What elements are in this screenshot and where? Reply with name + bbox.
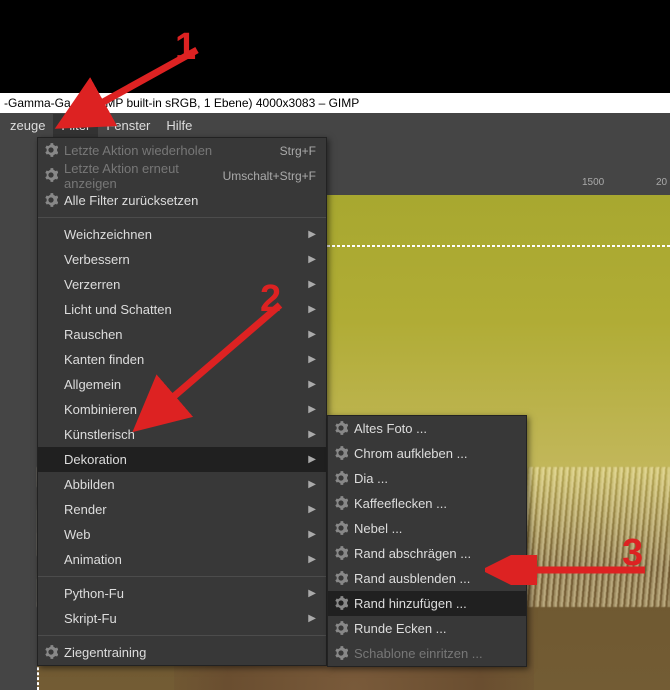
menu-item-verzerren[interactable]: Verzerren ▶ xyxy=(38,272,326,297)
accelerator-text: Strg+F xyxy=(280,144,316,158)
menu-item-label: Web xyxy=(64,527,91,542)
gear-icon xyxy=(334,646,348,660)
gear-icon xyxy=(334,421,348,435)
menu-item[interactable]: Letzte Aktion erneut anzeigenUmschalt+St… xyxy=(38,163,326,188)
submenu-arrow-icon: ▶ xyxy=(308,354,316,365)
menu-item[interactable]: Ziegentraining xyxy=(38,640,326,665)
menu-item-verbessern[interactable]: Verbessern ▶ xyxy=(38,247,326,272)
gear-icon xyxy=(44,168,58,182)
menu-item-label: Python-Fu xyxy=(64,586,124,601)
annotation-arrow xyxy=(52,42,212,132)
submenu-arrow-icon: ▶ xyxy=(308,229,316,240)
submenu-item[interactable]: Runde Ecken ... xyxy=(328,616,526,641)
menu-item-label: Altes Foto ... xyxy=(354,421,427,436)
menu-item-label: Kaffeeflecken ... xyxy=(354,496,447,511)
menu-tools[interactable]: zeuge xyxy=(2,114,53,137)
menu-item-label: Skript-Fu xyxy=(64,611,117,626)
submenu-item[interactable]: Dia ... xyxy=(328,466,526,491)
menu-item-label: Weichzeichnen xyxy=(64,227,152,242)
menu-item-label: Alle Filter zurücksetzen xyxy=(64,193,198,208)
annotation-arrow xyxy=(485,555,655,585)
accelerator-text: Umschalt+Strg+F xyxy=(223,169,316,183)
menu-item-label: Rand hinzufügen ... xyxy=(354,596,467,611)
menu-item-label: Nebel ... xyxy=(354,521,402,536)
menu-item-label: Verbessern xyxy=(64,252,130,267)
submenu-item[interactable]: Rand hinzufügen ... xyxy=(328,591,526,616)
gear-icon xyxy=(44,193,58,207)
submenu-item[interactable]: Chrom aufkleben ... xyxy=(328,441,526,466)
menu-item-label: Dia ... xyxy=(354,471,388,486)
menu-item-label: Dekoration xyxy=(64,452,127,467)
ruler-tick: 1500 xyxy=(582,177,604,188)
annotation-arrow xyxy=(125,295,295,435)
menu-item-label: Chrom aufkleben ... xyxy=(354,446,467,461)
menu-item-label: Ziegentraining xyxy=(64,645,146,660)
gear-icon xyxy=(44,645,58,659)
submenu-arrow-icon: ▶ xyxy=(308,588,316,599)
submenu-arrow-icon: ▶ xyxy=(308,329,316,340)
menu-item-weichzeichnen[interactable]: Weichzeichnen ▶ xyxy=(38,222,326,247)
menu-item-label: Rauschen xyxy=(64,327,123,342)
menu-item-label: Letzte Aktion wiederholen xyxy=(64,143,212,158)
submenu-arrow-icon: ▶ xyxy=(308,613,316,624)
submenu-arrow-icon: ▶ xyxy=(308,454,316,465)
dekoration-submenu[interactable]: Altes Foto ... Chrom aufkleben ... Dia ...… xyxy=(327,415,527,667)
submenu-arrow-icon: ▶ xyxy=(308,404,316,415)
gear-icon xyxy=(334,546,348,560)
gear-icon xyxy=(44,143,58,157)
menu-item[interactable]: Letzte Aktion wiederholen Strg+F xyxy=(38,138,326,163)
gear-icon xyxy=(334,521,348,535)
submenu-arrow-icon: ▶ xyxy=(308,479,316,490)
selection-border xyxy=(327,245,670,247)
submenu-arrow-icon: ▶ xyxy=(308,429,316,440)
menu-item-label: Abbilden xyxy=(64,477,115,492)
menu-separator xyxy=(38,217,326,218)
gear-icon xyxy=(334,471,348,485)
menu-item-label: Rand abschrägen ... xyxy=(354,546,471,561)
gear-icon xyxy=(334,446,348,460)
gear-icon xyxy=(334,596,348,610)
menu-item-label: Allgemein xyxy=(64,377,121,392)
menu-item-label: Verzerren xyxy=(64,277,120,292)
submenu-arrow-icon: ▶ xyxy=(308,254,316,265)
submenu-arrow-icon: ▶ xyxy=(308,279,316,290)
menu-item[interactable]: Skript-Fu ▶ xyxy=(38,606,326,631)
menu-item-animation[interactable]: Animation ▶ xyxy=(38,547,326,572)
submenu-item[interactable]: Altes Foto ... xyxy=(328,416,526,441)
menu-item-label: Runde Ecken ... xyxy=(354,621,447,636)
ruler-tick: 20 xyxy=(656,177,667,188)
menu-item[interactable]: Python-Fu ▶ xyxy=(38,581,326,606)
submenu-item[interactable]: Nebel ... xyxy=(328,516,526,541)
submenu-arrow-icon: ▶ xyxy=(308,504,316,515)
gear-icon xyxy=(334,621,348,635)
menu-item[interactable]: Alle Filter zurücksetzen xyxy=(38,188,326,213)
menu-item-dekoration[interactable]: Dekoration ▶ xyxy=(38,447,326,472)
gear-icon xyxy=(334,571,348,585)
submenu-arrow-icon: ▶ xyxy=(308,529,316,540)
menu-item-web[interactable]: Web ▶ xyxy=(38,522,326,547)
menu-item-abbilden[interactable]: Abbilden ▶ xyxy=(38,472,326,497)
submenu-item[interactable]: Kaffeeflecken ... xyxy=(328,491,526,516)
menu-item-label: Schablone einritzen ... xyxy=(354,646,483,661)
menu-separator xyxy=(38,576,326,577)
menu-item-render[interactable]: Render ▶ xyxy=(38,497,326,522)
menu-item-label: Render xyxy=(64,502,107,517)
menu-separator xyxy=(38,635,326,636)
menu-item-label: Letzte Aktion erneut anzeigen xyxy=(64,161,223,191)
submenu-arrow-icon: ▶ xyxy=(308,304,316,315)
menu-item-label: Rand ausblenden ... xyxy=(354,571,470,586)
submenu-item[interactable]: Schablone einritzen ... xyxy=(328,641,526,666)
submenu-arrow-icon: ▶ xyxy=(308,379,316,390)
gear-icon xyxy=(334,496,348,510)
submenu-arrow-icon: ▶ xyxy=(308,554,316,565)
menu-item-label: Animation xyxy=(64,552,122,567)
